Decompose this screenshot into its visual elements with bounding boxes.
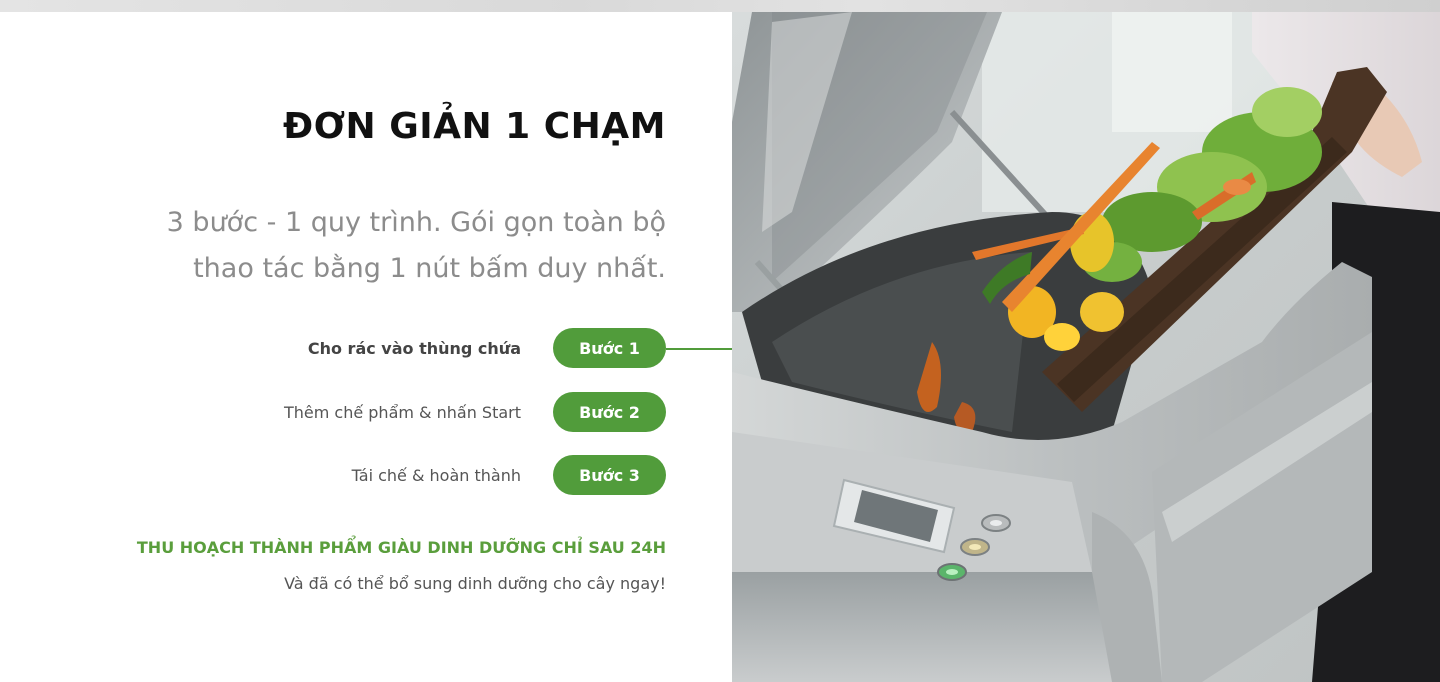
section-title: ĐƠN GIẢN 1 CHẠM xyxy=(282,106,666,147)
machine-photo xyxy=(732,12,1440,682)
steps-section: ĐƠN GIẢN 1 CHẠM 3 bước - 1 quy trình. Gó… xyxy=(0,12,732,682)
step-3-button[interactable]: Bước 3 xyxy=(553,455,666,495)
active-step-connector xyxy=(666,348,732,350)
step-2-text: Thêm chế phẩm & nhấn Start xyxy=(283,402,521,422)
harvest-title: THU HOẠCH THÀNH PHẨM GIÀU DINH DƯỠNG CHỈ… xyxy=(136,538,666,557)
step-1-button[interactable]: Bước 1 xyxy=(553,328,666,368)
step-row-2: Thêm chế phẩm & nhấn Start Bước 2 xyxy=(66,392,666,432)
top-strip xyxy=(0,0,1440,12)
step-row-1: Cho rác vào thùng chứa Bước 1 xyxy=(66,328,666,368)
harvest-subtitle: Và đã có thể bổ sung dinh dưỡng cho cây … xyxy=(284,574,666,593)
step-3-text: Tái chế & hoàn thành xyxy=(351,465,521,485)
step-1-text: Cho rác vào thùng chứa xyxy=(307,338,521,358)
section-subtitle: 3 bước - 1 quy trình. Gói gọn toàn bộ th… xyxy=(166,207,666,284)
step-2-button[interactable]: Bước 2 xyxy=(553,392,666,432)
step-row-3: Tái chế & hoàn thành Bước 3 xyxy=(66,455,666,495)
